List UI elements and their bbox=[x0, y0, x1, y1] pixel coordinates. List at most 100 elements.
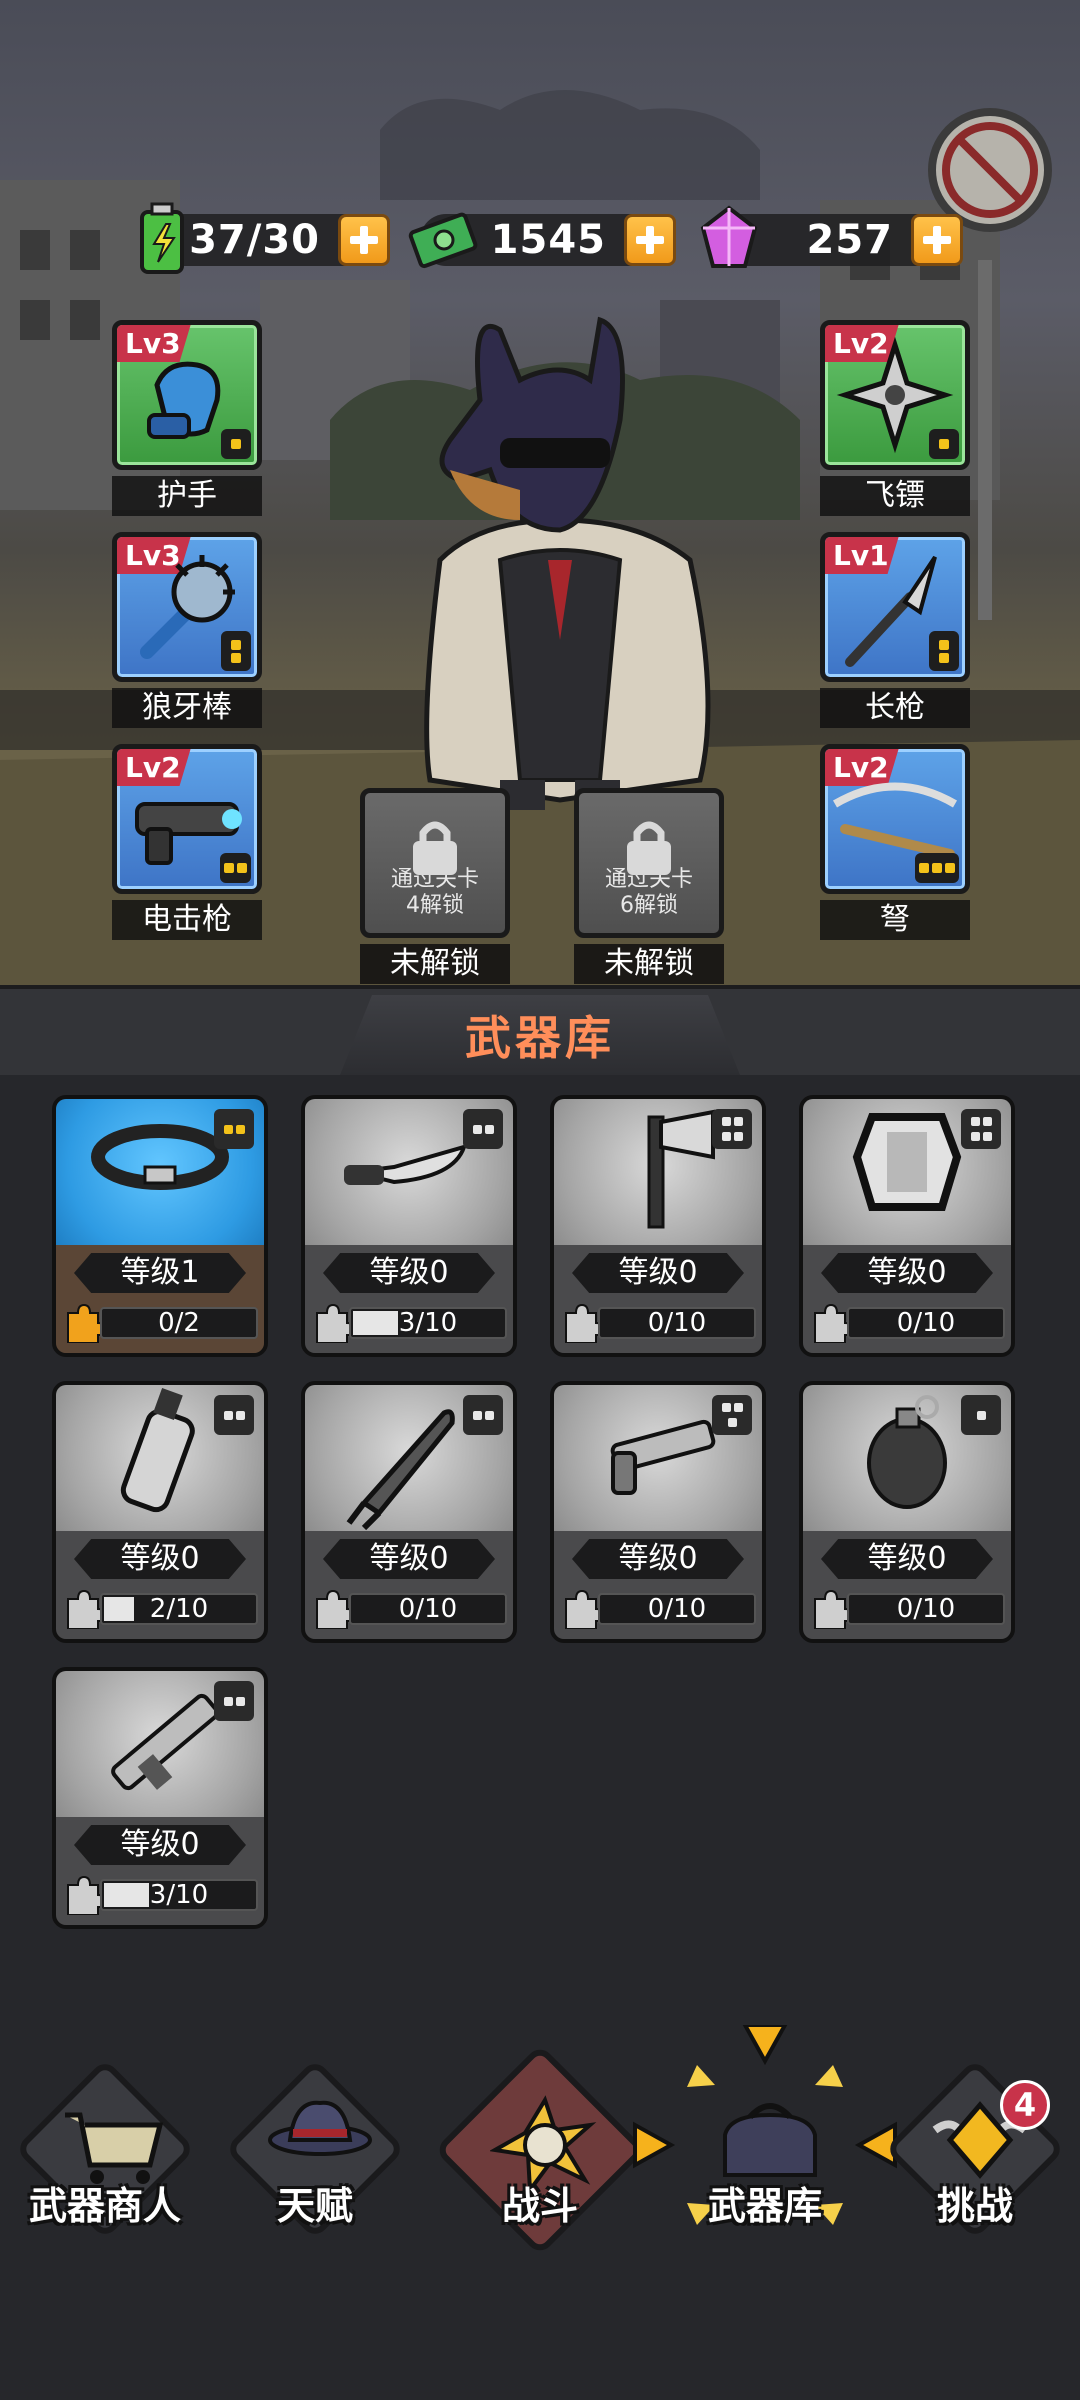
shopping-cart-icon bbox=[65, 2112, 164, 2184]
slot-name: 长枪 bbox=[820, 688, 970, 728]
rank-indicator bbox=[712, 1395, 752, 1435]
add-energy-button[interactable] bbox=[338, 214, 390, 266]
shard-progress-text: 0/10 bbox=[896, 1594, 956, 1624]
rank-indicator bbox=[961, 1109, 1001, 1149]
weapon-level: 等级0 bbox=[323, 1539, 495, 1579]
weapon-card[interactable]: 等级0 3/10 bbox=[52, 1667, 268, 1929]
rank-indicator bbox=[929, 631, 959, 671]
nav-label: 武器商人 bbox=[28, 2184, 181, 2228]
shard-progress-text: 2/10 bbox=[149, 1594, 209, 1624]
nav-weapon-shop[interactable]: 武器商人 bbox=[5, 2055, 205, 2255]
unlock-condition-stage: 4解锁 bbox=[406, 893, 464, 918]
puzzle-piece-icon bbox=[67, 1875, 100, 1915]
weapon-level: 等级0 bbox=[572, 1539, 744, 1579]
fedora-agent-icon bbox=[268, 2100, 372, 2156]
shard-progress-bar: 0/10 bbox=[349, 1593, 507, 1625]
puzzle-piece-icon bbox=[565, 1303, 598, 1343]
shard-progress-text: 0/10 bbox=[647, 1594, 707, 1624]
slot-name: 电击枪 bbox=[112, 900, 262, 940]
nav-talent[interactable]: 天赋 bbox=[215, 2055, 415, 2255]
gem-counter: 257 bbox=[700, 205, 963, 270]
shard-progress-text: 0/2 bbox=[158, 1308, 200, 1338]
nav-label: 武器库 bbox=[707, 2184, 822, 2228]
shard-progress-bar: 2/10 bbox=[100, 1593, 258, 1625]
rank-indicator bbox=[463, 1395, 503, 1435]
armory-title: 武器库 bbox=[340, 995, 740, 1075]
gas-canister-icon bbox=[120, 1388, 195, 1513]
equipped-slot-crossbow[interactable]: Lv2 弩 bbox=[820, 744, 970, 940]
nav-armory[interactable]: 武器库 bbox=[633, 2025, 897, 2255]
collar-icon bbox=[91, 1124, 229, 1190]
weapon-card[interactable]: 等级0 0/10 bbox=[799, 1095, 1015, 1357]
puzzle-piece-icon bbox=[67, 1303, 100, 1343]
rank-indicator bbox=[915, 853, 959, 883]
locked-slot-1[interactable]: 通过关卡 4解锁 未解锁 bbox=[360, 788, 510, 984]
rank-indicator bbox=[929, 429, 959, 459]
shard-progress-bar: 0/10 bbox=[847, 1307, 1005, 1339]
weapon-level: 等级1 bbox=[74, 1253, 246, 1293]
weapon-card[interactable]: 等级0 3/10 bbox=[301, 1095, 517, 1357]
rank-indicator bbox=[712, 1109, 752, 1149]
shard-progress-text: 0/10 bbox=[896, 1308, 956, 1338]
shard-progress-text: 3/10 bbox=[398, 1308, 458, 1338]
nav-battle[interactable]: 战斗 bbox=[433, 2043, 647, 2257]
equipped-slot-spear[interactable]: Lv1 长枪 bbox=[820, 532, 970, 728]
puzzle-piece-icon bbox=[814, 1303, 847, 1343]
weapon-level: 等级0 bbox=[74, 1825, 246, 1865]
nav-label: 天赋 bbox=[276, 2184, 353, 2228]
lock-icon bbox=[413, 821, 457, 875]
weapon-card[interactable]: 等级0 0/10 bbox=[550, 1095, 766, 1357]
weapon-card[interactable]: 等级0 0/10 bbox=[799, 1381, 1015, 1643]
nav-challenge[interactable]: 挑战 bbox=[875, 2055, 1075, 2255]
equipped-slot-gauntlet[interactable]: Lv3 护手 bbox=[112, 320, 262, 516]
equipped-slot-mace[interactable]: Lv3 狼牙棒 bbox=[112, 532, 262, 728]
rank-indicator bbox=[220, 853, 251, 883]
shard-progress-bar: 0/2 bbox=[100, 1307, 258, 1339]
equipped-slot-shuriken[interactable]: Lv2 飞镖 bbox=[820, 320, 970, 516]
weapon-level: 等级0 bbox=[323, 1253, 495, 1293]
cash-value: 1545 bbox=[490, 217, 606, 263]
gem-icon bbox=[700, 205, 758, 268]
shard-progress-text: 3/10 bbox=[149, 1880, 209, 1910]
rank-indicator bbox=[961, 1395, 1001, 1435]
slot-name: 狼牙棒 bbox=[112, 688, 262, 728]
cash-icon bbox=[408, 212, 478, 269]
weapon-card[interactable]: 等级0 2/10 bbox=[52, 1381, 268, 1643]
gem-value: 257 bbox=[806, 217, 893, 263]
rank-indicator bbox=[214, 1395, 254, 1435]
rocket-icon bbox=[346, 1409, 455, 1531]
equipped-slot-stun-gun[interactable]: Lv2 电击枪 bbox=[112, 744, 262, 940]
axe-icon bbox=[647, 1109, 715, 1229]
locked-label: 未解锁 bbox=[574, 944, 724, 984]
challenge-notification-badge: 4 bbox=[1000, 2080, 1050, 2130]
rocket-launcher-icon bbox=[111, 1693, 219, 1791]
rank-indicator bbox=[214, 1681, 254, 1721]
shield-icon bbox=[852, 1113, 962, 1211]
shard-progress-bar: 3/10 bbox=[100, 1879, 258, 1911]
weapon-card[interactable]: 等级0 0/10 bbox=[301, 1381, 517, 1643]
lock-icon bbox=[627, 821, 671, 875]
locked-slot-2[interactable]: 通过关卡 6解锁 未解锁 bbox=[574, 788, 724, 984]
puzzle-piece-icon bbox=[814, 1589, 847, 1629]
slot-name: 飞镖 bbox=[820, 476, 970, 516]
locked-label: 未解锁 bbox=[360, 944, 510, 984]
rank-indicator bbox=[463, 1109, 503, 1149]
duffel-bag-icon bbox=[723, 2103, 817, 2177]
weapon-level: 等级0 bbox=[821, 1539, 993, 1579]
battery-icon bbox=[140, 202, 184, 274]
energy-value: 37/30 bbox=[189, 217, 320, 263]
grenade-icon bbox=[867, 1395, 947, 1509]
add-gems-button[interactable] bbox=[911, 214, 963, 266]
shard-progress-bar: 3/10 bbox=[349, 1307, 507, 1339]
shard-progress-bar: 0/10 bbox=[598, 1307, 756, 1339]
puzzle-piece-icon bbox=[316, 1589, 349, 1629]
nav-label: 战斗 bbox=[501, 2184, 578, 2228]
weapon-card[interactable]: 等级0 0/10 bbox=[550, 1381, 766, 1643]
weapon-card[interactable]: 等级1 0/2 bbox=[52, 1095, 268, 1357]
add-cash-button[interactable] bbox=[624, 214, 676, 266]
shard-progress-bar: 0/10 bbox=[847, 1593, 1005, 1625]
weapon-level: 等级0 bbox=[74, 1539, 246, 1579]
rank-indicator bbox=[214, 1109, 254, 1149]
unlock-condition-stage: 6解锁 bbox=[620, 893, 678, 918]
shard-progress-text: 0/10 bbox=[647, 1308, 707, 1338]
